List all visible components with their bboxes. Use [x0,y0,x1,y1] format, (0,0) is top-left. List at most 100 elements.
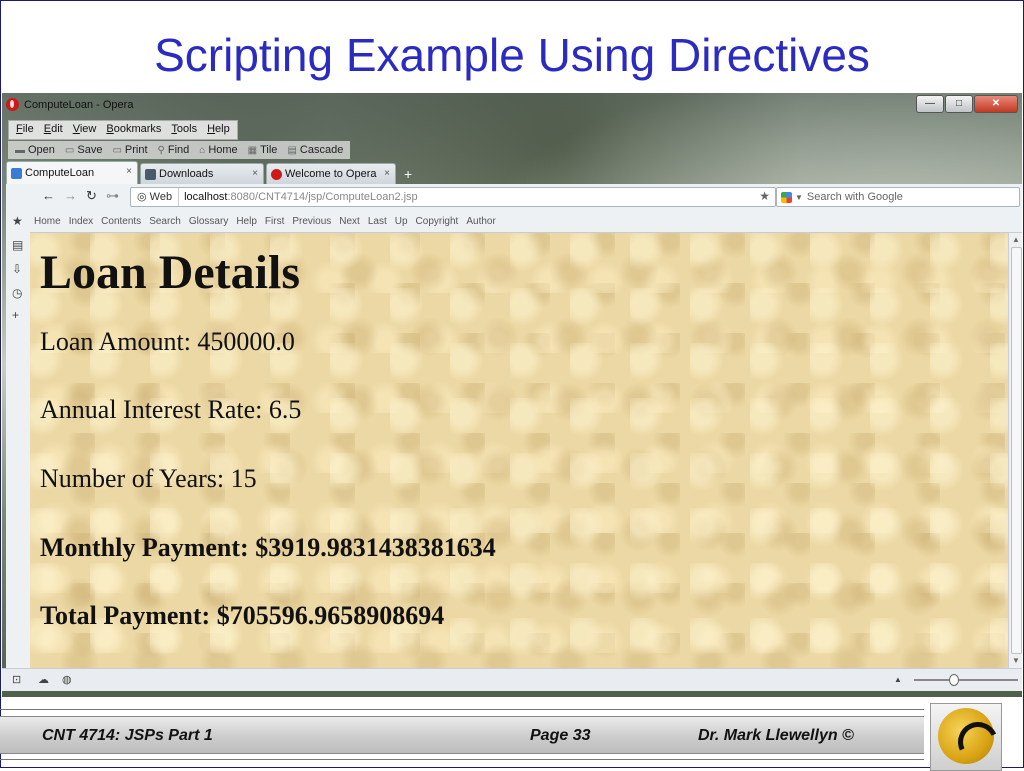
url-field[interactable]: ◎ Web localhost:8080/CNT4714/jsp/Compute… [130,187,776,207]
minimize-button[interactable]: — [916,95,944,113]
toolbar: ▬ Open ▭ Save ▭ Print ⚲ Find ⌂ Home ▦ Tile ▤ Ca… [8,141,351,159]
downloads-panel-icon[interactable]: ⇩ [12,262,22,276]
window-controls: — □ ✕ [916,95,1018,113]
bookmarks-star-icon[interactable]: ★ [12,214,23,228]
nav-link-next[interactable]: Next [335,216,364,227]
maximize-button[interactable]: □ [945,95,973,113]
years-text: Number of Years: 15 [40,464,257,493]
total-payment-text: Total Payment: $705596.9658908694 [40,601,445,630]
nav-link-index[interactable]: Index [65,216,97,227]
cloud-icon[interactable]: ☁ [38,673,49,686]
close-button[interactable]: ✕ [974,95,1018,113]
search-input[interactable]: ▼ Search with Google [776,187,1020,207]
nav-link-help[interactable]: Help [232,216,261,227]
menu-bookmarks[interactable]: Bookmarks [101,121,166,139]
turbo-icon[interactable]: ◍ [62,673,72,686]
course-label: CNT 4714: JSPs Part 1 [42,727,213,744]
vertical-scrollbar[interactable]: ▲ ▼ [1008,233,1022,668]
add-tab-button[interactable]: + [398,164,418,184]
open-button[interactable]: ▬ Open [10,141,60,159]
history-icon[interactable]: ◷ [12,286,22,300]
zoom-slider-knob[interactable] [949,674,959,686]
tab-close-button[interactable]: × [252,168,258,179]
university-logo [930,703,1004,771]
nav-link-glossary[interactable]: Glossary [185,216,232,227]
tab-welcome[interactable]: Welcome to Opera × [266,163,396,184]
zoom-slider-track[interactable] [914,679,1018,681]
status-bar: ⊡ ☁ ◍ ▲ [2,668,1022,691]
title-bar: ComputeLoan - Opera — □ ✕ [2,93,1022,117]
key-icon[interactable]: ⊶ [106,188,119,204]
nav-link-last[interactable]: Last [364,216,391,227]
add-panel-icon[interactable]: + [12,308,19,322]
tile-button[interactable]: ▦ Tile [243,141,283,159]
scroll-down-icon[interactable]: ▼ [1012,656,1020,665]
loan-amount-text: Loan Amount: 450000.0 [40,327,295,356]
address-bar: ← → ↻ ⊶ ◎ Web localhost:8080/CNT4714/jsp… [6,184,1022,211]
opera-icon [271,168,282,180]
menu-file[interactable]: File [11,121,39,139]
author-credit: Dr. Mark Llewellyn © [698,727,854,744]
chevron-down-icon[interactable]: ▼ [795,193,803,202]
panel-toggle-icon[interactable]: ⊡ [12,673,21,686]
save-icon: ▭ [64,144,75,156]
web-badge[interactable]: ◎ Web [131,188,180,206]
bookmark-star-icon[interactable]: ★ [759,189,770,203]
tile-icon: ▦ [247,144,258,156]
tab-strip: ComputeLoan × Downloads × Welcome to Ope… [6,161,418,184]
page-content: Loan Details Loan Amount: 450000.0 Annua… [30,233,1008,668]
cascade-icon: ▤ [287,144,297,156]
nav-link-author[interactable]: Author [462,216,499,227]
reload-icon[interactable]: ↻ [86,188,97,204]
tab-computeloan[interactable]: ComputeLoan × [6,161,138,184]
slide-footer: CNT 4714: JSPs Part 1 Page 33 Dr. Mark L… [0,703,1024,771]
nav-link-up[interactable]: Up [391,216,412,227]
downloads-icon [145,168,156,180]
window-title: ComputeLoan - Opera [24,99,134,111]
cascade-button[interactable]: ▤ Cascade [282,141,348,159]
home-button[interactable]: ⌂ Home [194,141,242,159]
tab-close-button[interactable]: × [126,166,132,177]
notes-icon[interactable]: ▤ [12,238,23,252]
monthly-payment-text: Monthly Payment: $3919.9831438381634 [40,533,496,562]
home-icon: ⌂ [199,144,206,156]
print-icon: ▭ [112,144,122,156]
tab-downloads[interactable]: Downloads × [140,163,264,184]
slide-title: Scripting Example Using Directives [154,29,870,81]
print-button[interactable]: ▭ Print [107,141,152,159]
url-path: :8080/CNT4714/jsp/ComputeLoan2.jsp [227,191,418,203]
browser-window: ComputeLoan - Opera — □ ✕ File Edit View… [2,93,1022,697]
google-icon [781,191,792,203]
side-panel: ★ ▤ ⇩ ◷ + [6,210,31,668]
opera-logo-icon [6,98,19,111]
page-heading: Loan Details [40,246,301,299]
find-button[interactable]: ⚲ Find [153,141,195,159]
site-navigation-bar: Home Index Contents Search Glossary Help… [30,210,1022,233]
menu-tools[interactable]: Tools [166,121,202,139]
scroll-thumb[interactable] [1011,247,1022,654]
save-button[interactable]: ▭ Save [60,141,108,159]
back-arrow-icon[interactable]: ← [42,188,55,203]
url-host: localhost [184,191,228,203]
menu-bar: File Edit View Bookmarks Tools Help [8,120,238,140]
footer-divider-bottom [0,759,924,760]
scroll-up-icon[interactable]: ▲ [1012,235,1020,244]
tab-close-button[interactable]: × [384,168,390,179]
page-icon [11,167,22,179]
pegasus-logo-icon [938,708,1004,768]
nav-link-previous[interactable]: Previous [288,216,335,227]
forward-arrow-icon[interactable]: → [64,188,77,203]
search-icon: ⚲ [157,144,165,156]
search-placeholder: Search with Google [806,191,903,203]
menu-help[interactable]: Help [202,121,235,139]
menu-edit[interactable]: Edit [39,121,68,139]
nav-link-contents[interactable]: Contents [97,216,145,227]
footer-divider [0,709,924,710]
page-number: Page 33 [530,727,591,744]
nav-link-first[interactable]: First [261,216,288,227]
nav-link-home[interactable]: Home [30,216,65,227]
zoom-out-icon[interactable]: ▲ [894,675,902,684]
menu-view[interactable]: View [68,121,102,139]
nav-link-search[interactable]: Search [145,216,185,227]
nav-link-copyright[interactable]: Copyright [412,216,463,227]
